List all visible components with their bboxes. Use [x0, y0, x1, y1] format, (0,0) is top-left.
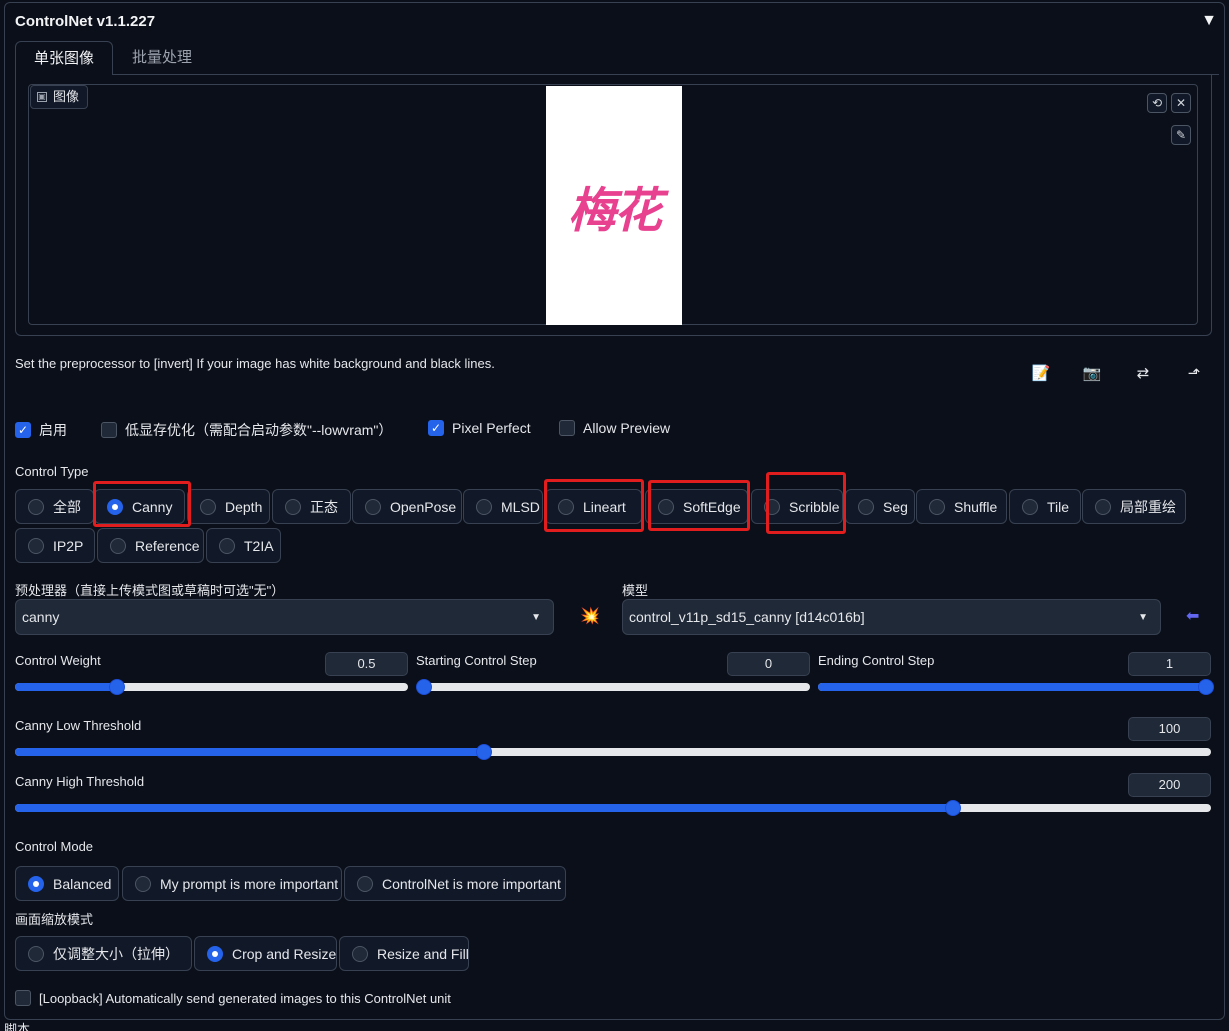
lowvram-checkbox[interactable]: 低显存优化（需配合启动参数"--lowvram"） [101, 420, 392, 440]
control-type-seg[interactable]: Seg [845, 489, 915, 524]
tab-single-image[interactable]: 单张图像 [15, 41, 114, 75]
canny-high-slider[interactable] [15, 800, 1211, 816]
preprocessor-dropdown[interactable]: canny ▼ [15, 599, 554, 635]
slider-fill [15, 683, 118, 691]
refresh-models-icon[interactable]: ⬅ [1186, 606, 1199, 626]
starting-step-input[interactable]: 0 [727, 652, 810, 676]
tab-batch[interactable]: 批量处理 [114, 41, 210, 75]
invert-hint: Set the preprocessor to [invert] If your… [15, 356, 495, 371]
close-icon[interactable]: ✕ [1171, 93, 1191, 113]
preview-text: 梅花 [567, 182, 662, 239]
slider-thumb[interactable] [944, 800, 961, 816]
slider-thumb[interactable] [475, 744, 492, 760]
control-weight-input[interactable]: 0.5 [325, 652, 408, 676]
chevron-down-icon: ▼ [1138, 611, 1148, 623]
image-icon: ▣ [37, 92, 47, 102]
control-type-tile[interactable]: Tile [1009, 489, 1081, 524]
control-type-inpaint[interactable]: 局部重绘 [1082, 489, 1186, 524]
control-type-normal[interactable]: 正态 [272, 489, 351, 524]
canny-low-label: Canny Low Threshold [15, 718, 142, 733]
control-type-depth[interactable]: Depth [187, 489, 270, 524]
resize-mode-crop[interactable]: Crop and Resize [194, 936, 337, 971]
canny-low-slider[interactable] [15, 744, 1211, 760]
collapse-icon[interactable]: ▼ [1201, 12, 1217, 30]
starting-step-label: Starting Control Step [416, 653, 537, 668]
pixel-perfect-checkbox[interactable]: ✓ Pixel Perfect [428, 420, 531, 436]
check-icon: ✓ [15, 422, 31, 438]
panel-title[interactable]: ControlNet v1.1.227 [15, 13, 155, 30]
ending-step-label: Ending Control Step [818, 653, 935, 668]
swap-icon[interactable]: ⇄ [1132, 364, 1154, 384]
control-type-mlsd[interactable]: MLSD [463, 489, 543, 524]
control-mode-label: Control Mode [15, 839, 94, 854]
canny-high-label: Canny High Threshold [15, 774, 145, 789]
control-mode-controlnet[interactable]: ControlNet is more important [344, 866, 566, 901]
slider-fill [15, 804, 953, 812]
chevron-down-icon: ▼ [531, 611, 541, 623]
scripts-label: 脚本 [4, 1022, 31, 1031]
highlight-scribble [766, 472, 846, 534]
image-preview: 梅花 [546, 86, 682, 325]
highlight-lineart [544, 479, 644, 532]
starting-step-slider[interactable] [416, 679, 810, 695]
model-dropdown[interactable]: control_v11p_sd15_canny [d14c016b] ▼ [622, 599, 1161, 635]
ending-step-slider[interactable] [818, 679, 1214, 695]
send-dimensions-icon[interactable]: ⬏ [1183, 364, 1205, 384]
slider-thumb[interactable] [416, 679, 432, 695]
run-preprocessor-icon[interactable]: 💥 [580, 606, 600, 626]
resize-mode-fill[interactable]: Resize and Fill [339, 936, 469, 971]
resize-mode-just-resize[interactable]: 仅调整大小（拉伸） [15, 936, 192, 971]
new-canvas-icon[interactable]: 📝 [1030, 364, 1052, 384]
control-type-reference[interactable]: Reference [97, 528, 204, 563]
camera-icon[interactable]: 📷 [1081, 364, 1103, 384]
slider-fill [15, 748, 484, 756]
check-icon: ✓ [428, 420, 444, 436]
control-type-t2ia[interactable]: T2IA [206, 528, 281, 563]
slider-fill [818, 683, 1206, 691]
control-type-all[interactable]: 全部 [15, 489, 94, 524]
control-type-shuffle[interactable]: Shuffle [916, 489, 1007, 524]
control-mode-balanced[interactable]: Balanced [15, 866, 119, 901]
canny-high-input[interactable]: 200 [1128, 773, 1211, 797]
allow-preview-checkbox[interactable]: Allow Preview [559, 420, 670, 436]
highlight-softedge [648, 480, 750, 531]
highlight-canny [93, 481, 191, 527]
image-label-text: 图像 [53, 89, 80, 104]
control-weight-slider[interactable] [15, 679, 408, 695]
canny-low-input[interactable]: 100 [1128, 717, 1211, 741]
loopback-checkbox[interactable]: [Loopback] Automatically send generated … [15, 990, 451, 1006]
slider-thumb[interactable] [1198, 679, 1214, 695]
preprocessor-label: 预处理器（直接上传模式图或草稿时可选"无"） [15, 583, 285, 598]
edit-icon[interactable]: ✎ [1171, 125, 1191, 145]
model-label: 模型 [622, 583, 649, 598]
resize-mode-label: 画面缩放模式 [15, 912, 94, 927]
control-type-label: Control Type [15, 464, 89, 479]
control-type-openpose[interactable]: OpenPose [352, 489, 462, 524]
ending-step-input[interactable]: 1 [1128, 652, 1211, 676]
image-label: ▣ 图像 [30, 85, 89, 109]
control-type-ip2p[interactable]: IP2P [15, 528, 95, 563]
control-weight-label: Control Weight [15, 653, 101, 668]
control-mode-prompt[interactable]: My prompt is more important [122, 866, 342, 901]
reset-icon[interactable]: ⟲ [1147, 93, 1167, 113]
enable-checkbox[interactable]: ✓ 启用 [15, 420, 67, 440]
